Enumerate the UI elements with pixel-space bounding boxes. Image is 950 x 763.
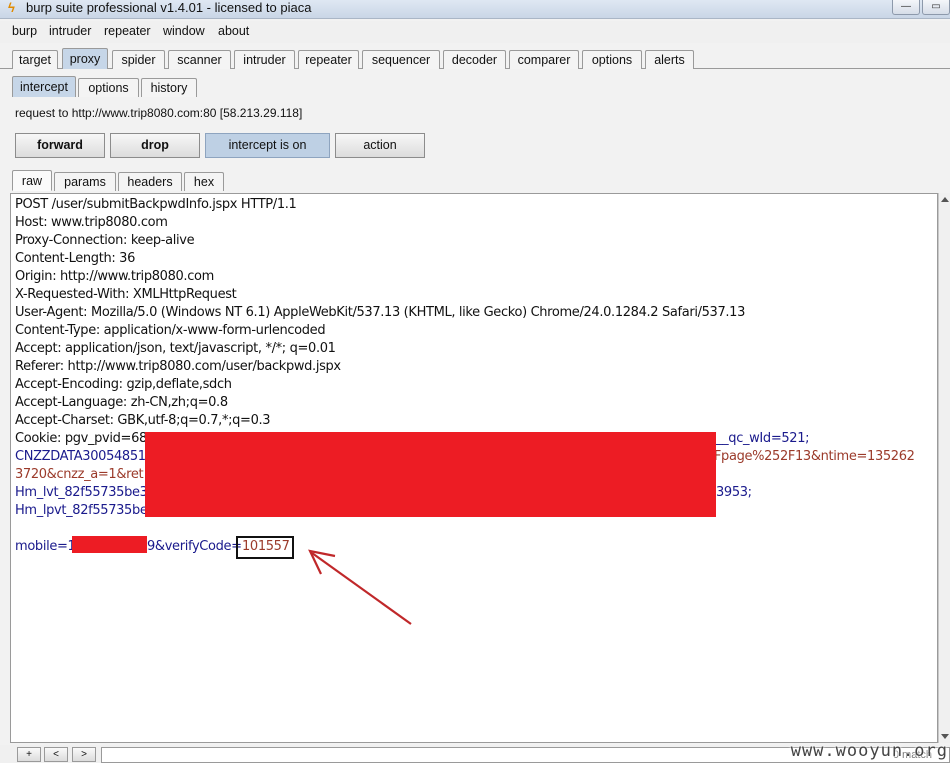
cookie-hm-lpvt-start: Hm_lpvt_82f55735be [15, 503, 148, 518]
drop-button[interactable]: drop [110, 133, 200, 158]
title-bar: ϟ burp suite professional v1.4.01 - lice… [0, 0, 950, 19]
header-content-type: Content-Type: application/x-www-form-url… [15, 323, 326, 338]
tab-proxy-options[interactable]: options [78, 78, 139, 97]
header-proxy-connection: Proxy-Connection: keep-alive [15, 233, 195, 248]
scroll-down-icon[interactable] [941, 734, 949, 739]
cookie-cnzz-continued: 3720&cnzz_a=1&ret [15, 467, 144, 482]
main-tab-bar: target proxy spider scanner intruder rep… [0, 47, 950, 69]
message-view-tab-bar: raw params headers hex [0, 168, 950, 191]
header-user-agent: User-Agent: Mozilla/5.0 (Windows NT 6.1)… [15, 305, 746, 320]
cookie-cnzz-start: CNZZDATA30054851 [15, 449, 146, 464]
verify-code-highlight-box [236, 536, 294, 559]
editor-scrollbar[interactable] [938, 193, 950, 743]
scroll-up-icon[interactable] [941, 197, 949, 202]
tab-intruder[interactable]: intruder [234, 50, 295, 69]
request-body-suffix: 9&verifyCode= [147, 539, 242, 554]
cookie-redaction-block [145, 432, 716, 517]
header-origin: Origin: http://www.trip8080.com [15, 269, 214, 284]
header-content-length: Content-Length: 36 [15, 251, 135, 266]
header-accept-charset: Accept-Charset: GBK,utf-8;q=0.7,*;q=0.3 [15, 413, 271, 428]
window-title: burp suite professional v1.4.01 - licens… [26, 0, 312, 15]
request-target-label: request to http://www.trip8080.com:80 [5… [15, 106, 303, 120]
menu-intruder[interactable]: intruder [49, 24, 91, 38]
search-next-button[interactable]: > [72, 747, 96, 762]
tab-spider[interactable]: spider [112, 50, 165, 69]
header-accept: Accept: application/json, text/javascrip… [15, 341, 336, 356]
tab-intercept[interactable]: intercept [12, 76, 76, 97]
header-referer: Referer: http://www.trip8080.com/user/ba… [15, 359, 341, 374]
header-x-requested-with: X-Requested-With: XMLHttpRequest [15, 287, 237, 302]
menu-window[interactable]: window [163, 24, 205, 38]
menu-repeater[interactable]: repeater [104, 24, 151, 38]
search-previous-button[interactable]: < [44, 747, 68, 762]
tab-proxy[interactable]: proxy [62, 48, 108, 69]
intercept-toggle-button[interactable]: intercept is on [205, 133, 330, 158]
forward-button[interactable]: forward [15, 133, 105, 158]
request-line: POST /user/submitBackpwdInfo.jspx HTTP/1… [15, 197, 297, 212]
tab-decoder[interactable]: decoder [443, 50, 506, 69]
tab-scanner[interactable]: scanner [168, 50, 231, 69]
window-controls: — ▭ [890, 0, 950, 15]
tab-headers[interactable]: headers [118, 172, 182, 191]
header-host: Host: www.trip8080.com [15, 215, 168, 230]
search-options-button[interactable]: + [17, 747, 41, 762]
menu-burp[interactable]: burp [12, 24, 37, 38]
tab-params[interactable]: params [54, 172, 116, 191]
cookie-line-start: Cookie: pgv_pvid=68 [15, 431, 147, 446]
mobile-redaction-block [72, 536, 147, 553]
cookie-hm-lvt-end: 3953; [716, 485, 752, 500]
tab-hex[interactable]: hex [184, 172, 224, 191]
tab-alerts[interactable]: alerts [645, 50, 694, 69]
tab-target[interactable]: target [12, 50, 58, 69]
tab-history[interactable]: history [141, 78, 197, 97]
burp-logo-icon: ϟ [8, 0, 15, 15]
tab-comparer[interactable]: comparer [509, 50, 579, 69]
action-button[interactable]: action [335, 133, 425, 158]
tab-sequencer[interactable]: sequencer [362, 50, 440, 69]
cookie-hm-lvt-start: Hm_lvt_82f55735be3 [15, 485, 148, 500]
request-body-prefix: mobile=1 [15, 539, 76, 554]
minimize-button[interactable]: — [892, 0, 920, 15]
header-accept-encoding: Accept-Encoding: gzip,deflate,sdch [15, 377, 232, 392]
menu-bar: burp intruder repeater window about [0, 21, 950, 43]
tab-raw[interactable]: raw [12, 170, 52, 191]
menu-about[interactable]: about [218, 24, 249, 38]
header-accept-language: Accept-Language: zh-CN,zh;q=0.8 [15, 395, 228, 410]
cookie-line-end: __qc_wId=521; [716, 431, 810, 446]
tab-repeater[interactable]: repeater [298, 50, 359, 69]
tab-options[interactable]: options [582, 50, 642, 69]
watermark-text: www.wooyun.org [790, 741, 948, 761]
maximize-button[interactable]: ▭ [922, 0, 950, 15]
proxy-tab-bar: intercept options history [0, 74, 950, 97]
cookie-cnzz-end: 2Fpage%252F13&ntime=135262 [706, 449, 915, 464]
